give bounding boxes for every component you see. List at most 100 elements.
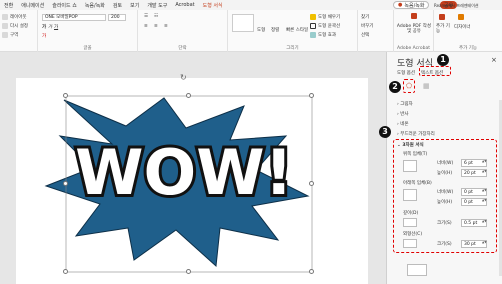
- section-soft-edges[interactable]: › 부드러운 가장자리: [397, 131, 435, 137]
- align-left-icon[interactable]: ≡: [144, 24, 148, 29]
- paragraph-group-label: 단락: [178, 46, 187, 51]
- resize-handle-bc[interactable]: [186, 269, 191, 274]
- font-color-button[interactable]: 가: [42, 33, 46, 39]
- tab-shape-format[interactable]: 도형 서식: [203, 2, 223, 9]
- bottom-bevel-height-input[interactable]: 0 pt ▲▼: [461, 198, 487, 206]
- close-icon[interactable]: ×: [491, 56, 497, 64]
- find-button[interactable]: 찾기: [361, 14, 369, 20]
- top-bevel-width-input[interactable]: 6 pt ▲▼: [461, 159, 487, 167]
- section-reflection[interactable]: › 반사: [397, 111, 409, 117]
- record-button[interactable]: ● 녹음/녹화: [393, 1, 430, 9]
- tab-record[interactable]: 녹음/녹화: [85, 2, 105, 9]
- top-bevel-height-input[interactable]: 20 pt ▲▼: [461, 169, 487, 177]
- tab-developer[interactable]: 개발 도구: [147, 2, 167, 9]
- addins-button[interactable]: 추가 기능: [436, 24, 450, 34]
- layout-icon: [2, 14, 8, 20]
- section-shadow-label: 그림자: [400, 102, 413, 107]
- contour-color-picker[interactable]: [403, 239, 417, 248]
- section-button[interactable]: 구역: [10, 32, 18, 38]
- record-icon: ●: [398, 2, 403, 8]
- spinner-icon[interactable]: ▲▼: [482, 189, 487, 195]
- wow-shape[interactable]: WOW!: [16, 78, 368, 284]
- group-drawing: 도형 정렬 빠른 스타일 도형 채우기 도형 윤곽선 도형 효과 그리기: [228, 10, 358, 52]
- resize-handle-tl[interactable]: [63, 93, 68, 98]
- adobe-create-button[interactable]: Adobe PDF 작성 및 공유: [396, 24, 432, 34]
- spinner-icon[interactable]: ▲▼: [482, 220, 487, 226]
- spinner-icon[interactable]: ▲▼: [482, 160, 487, 166]
- italic-button[interactable]: 가: [48, 24, 52, 30]
- shapes-gallery[interactable]: [232, 14, 254, 32]
- bottom-bevel-width-input[interactable]: 0 pt ▲▼: [461, 188, 487, 196]
- designer-icon: [458, 14, 464, 20]
- format-shape-pane: 도형 서식 × 도형 옵션 텍스트 옵션 1 ⬠ 2 ▦ › 그림자 › 반사 …: [379, 52, 502, 284]
- contour-size-input[interactable]: 30 pt ▲▼: [461, 240, 487, 248]
- contour-label: 외형선(C): [403, 232, 423, 237]
- resize-handle-mr[interactable]: [309, 181, 314, 186]
- numbering-icon[interactable]: ☷: [154, 14, 158, 19]
- slide[interactable]: WOW!: [16, 78, 368, 284]
- spinner-icon[interactable]: ▲▼: [482, 170, 487, 176]
- spinner-icon[interactable]: ▲▼: [482, 199, 487, 205]
- tab-slideshow[interactable]: 슬라이드 쇼: [52, 2, 77, 9]
- layout-category-icon[interactable]: ▦: [423, 82, 430, 90]
- shape-fill-button[interactable]: 도형 채우기: [318, 14, 340, 20]
- resize-handle-bl[interactable]: [63, 269, 68, 274]
- section-glow[interactable]: › 네온: [397, 121, 409, 127]
- addins-icon: [439, 14, 445, 20]
- group-editing: 찾기 바꾸기 선택: [358, 10, 394, 52]
- effects-category-icon[interactable]: ⬠: [406, 82, 412, 90]
- tab-transitions[interactable]: 전환: [4, 2, 13, 9]
- resize-handle-ml[interactable]: [63, 181, 68, 186]
- material-picker[interactable]: [407, 264, 427, 276]
- bottom-bevel-height-label: 높이(H): [437, 200, 453, 205]
- reset-button[interactable]: 다시 설정: [10, 23, 28, 29]
- select-button[interactable]: 선택: [361, 32, 369, 38]
- group-paragraph: ☰ ☷ ≡ ≡ ≡ 단락: [138, 10, 228, 52]
- resize-handle-tr[interactable]: [309, 93, 314, 98]
- tab-review[interactable]: 검토: [113, 2, 122, 9]
- align-center-icon[interactable]: ≡: [154, 24, 158, 29]
- tab-view[interactable]: 보기: [130, 2, 139, 9]
- arrange-button[interactable]: 정렬: [271, 27, 279, 33]
- group-adobe: Adobe PDF 작성 및 공유 Adobe Acrobat: [394, 10, 434, 52]
- section-glow-label: 네온: [400, 122, 409, 127]
- designer-button[interactable]: 디자이너: [454, 24, 471, 30]
- replace-button[interactable]: 바꾸기: [361, 23, 373, 29]
- section-soft-edges-label: 부드러운 가장자리: [400, 132, 435, 137]
- font-size-select[interactable]: 200: [108, 14, 126, 21]
- top-bevel-label: 위쪽 입체(T): [403, 152, 428, 157]
- top-bevel-picker[interactable]: [403, 160, 417, 172]
- depth-size-input[interactable]: 0.5 pt ▲▼: [461, 219, 487, 227]
- section-shadow[interactable]: › 그림자: [397, 101, 413, 107]
- top-bevel-width-value: 6 pt: [464, 161, 473, 166]
- bold-button[interactable]: 가: [42, 24, 46, 30]
- spinner-icon[interactable]: ▲▼: [482, 241, 487, 247]
- resize-handle-br[interactable]: [309, 269, 314, 274]
- wow-text: WOW!: [75, 136, 293, 209]
- reamo-present-button[interactable]: Reamo에서 프레젠테이션: [434, 3, 479, 9]
- depth-color-picker[interactable]: [403, 218, 417, 227]
- quick-styles-button[interactable]: 빠른 스타일: [286, 27, 308, 33]
- tab-shape-options[interactable]: 도형 옵션: [397, 70, 415, 76]
- rotate-handle-icon[interactable]: ↻: [180, 73, 187, 82]
- align-right-icon[interactable]: ≡: [164, 24, 168, 29]
- resize-handle-tc[interactable]: [186, 93, 191, 98]
- bullets-icon[interactable]: ☰: [144, 14, 148, 19]
- marker-1: 1: [437, 54, 449, 66]
- shapes-button[interactable]: 도형: [257, 27, 265, 33]
- tab-acrobat[interactable]: Acrobat: [175, 2, 194, 8]
- section-reflection-label: 반사: [400, 112, 409, 117]
- font-name-select[interactable]: ONE 모바일POP: [42, 14, 106, 21]
- layout-button[interactable]: 레이아웃: [10, 14, 27, 20]
- reset-icon: [2, 23, 8, 29]
- bottom-bevel-picker[interactable]: [403, 189, 417, 201]
- adobe-pdf-icon: [411, 13, 417, 19]
- section-3d-format[interactable]: ⌄ 3차원 서식: [397, 142, 424, 148]
- shape-effects-button[interactable]: 도형 효과: [318, 32, 336, 38]
- bottom-bevel-width-label: 너비(W): [437, 190, 454, 195]
- underline-button[interactable]: 가: [54, 24, 58, 30]
- contour-size-label: 크기(S): [437, 242, 452, 247]
- tab-animations[interactable]: 애니메이션: [21, 2, 44, 9]
- effects-icon: [310, 32, 316, 38]
- shape-outline-button[interactable]: 도형 윤곽선: [318, 23, 340, 29]
